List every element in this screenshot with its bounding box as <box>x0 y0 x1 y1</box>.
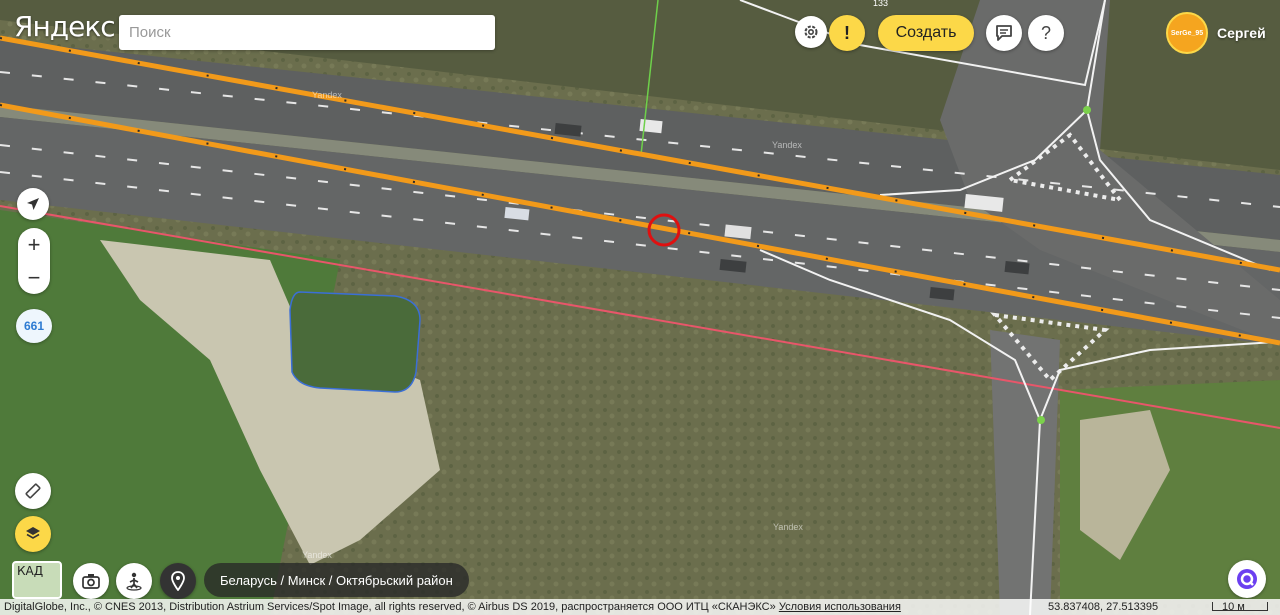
yandex-logo[interactable]: Яндекс <box>14 10 116 43</box>
mini-map-label: КАД <box>17 564 44 578</box>
zoom-out-button[interactable]: − <box>18 261 50 294</box>
layers-icon <box>26 527 40 539</box>
user-menu[interactable]: SerGe_95 Сергей <box>1166 12 1266 54</box>
pin-button[interactable] <box>160 563 196 599</box>
footer-bar: DigitalGlobe, Inc., © CNES 2013, Distrib… <box>0 599 1280 615</box>
geolocation-button[interactable] <box>17 188 49 220</box>
pedestrian-icon <box>126 572 142 591</box>
settings-button[interactable] <box>795 16 827 48</box>
chat-icon <box>996 25 1012 41</box>
water-polygon[interactable] <box>289 291 421 393</box>
watermark-label: Yandex <box>302 550 332 560</box>
avatar: SerGe_95 <box>1166 12 1208 54</box>
help-icon: ? <box>1040 22 1051 43</box>
watermark-label: Yandex <box>772 140 802 150</box>
layers-button[interactable] <box>15 516 51 552</box>
watermark-label: Yandex <box>312 90 342 100</box>
feedback-button[interactable] <box>986 15 1022 51</box>
ruler-icon <box>25 483 41 499</box>
road-number-label: 133 <box>873 0 888 8</box>
alice-assistant-button[interactable] <box>1228 560 1266 598</box>
map-pin-icon <box>171 571 185 591</box>
location-breadcrumb[interactable]: Беларусь / Минск / Октябрьский район <box>204 563 469 597</box>
scale-label: 10 м <box>1222 601 1245 613</box>
panorama-button[interactable] <box>116 563 152 599</box>
zoom-control: + − <box>18 228 50 294</box>
zoom-level-badge[interactable]: 661 <box>16 309 52 343</box>
create-button[interactable]: Создать <box>878 15 974 51</box>
copyright-label: DigitalGlobe, Inc., © CNES 2013, Distrib… <box>4 601 776 613</box>
ruler-button[interactable] <box>15 473 51 509</box>
watermark-label: Yandex <box>773 522 803 532</box>
alert-icon: ! <box>844 22 850 43</box>
camera-icon <box>82 574 100 589</box>
gear-icon <box>804 25 818 39</box>
copyright-text: DigitalGlobe, Inc., © CNES 2013, Distrib… <box>4 601 901 613</box>
search-input[interactable] <box>119 15 495 50</box>
junction-node[interactable] <box>1037 416 1045 424</box>
junction-node[interactable] <box>1083 106 1091 114</box>
alert-button[interactable]: ! <box>829 15 865 51</box>
side-road <box>990 330 1060 615</box>
satellite-map[interactable]: 133 Yandex Yandex Yandex Yandex <box>0 0 1280 615</box>
navigation-arrow-icon <box>27 198 39 210</box>
user-name: Сергей <box>1217 25 1266 41</box>
terms-link[interactable]: Условия использования <box>779 601 901 613</box>
help-button[interactable]: ? <box>1028 15 1064 51</box>
photo-button[interactable] <box>73 563 109 599</box>
coordinates-readout[interactable]: 53.837408, 27.513395 <box>1048 601 1158 613</box>
zoom-in-button[interactable]: + <box>18 228 50 261</box>
alice-icon <box>1237 569 1257 589</box>
mini-map[interactable]: КАД <box>12 561 62 599</box>
